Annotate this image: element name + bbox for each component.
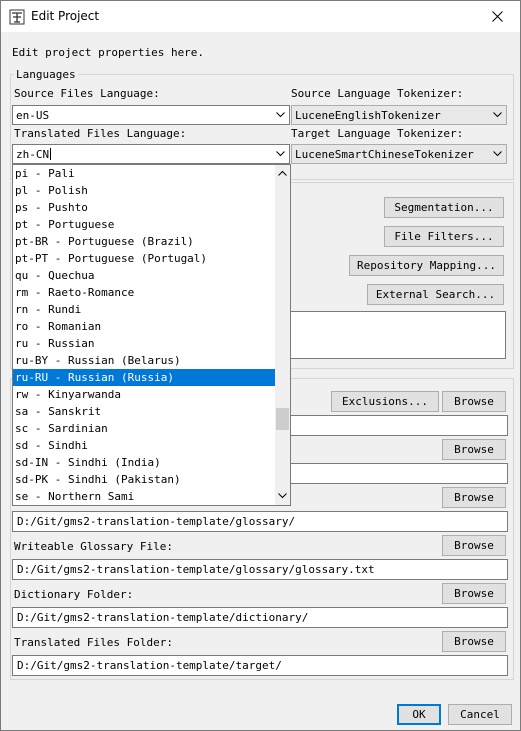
options-text-area[interactable] bbox=[290, 311, 506, 359]
language-option[interactable]: rm - Raeto-Romance bbox=[13, 284, 275, 301]
translated-language-combo[interactable]: zh-CN bbox=[12, 144, 290, 164]
title-bar: Edit Project bbox=[1, 1, 520, 32]
close-icon bbox=[492, 11, 503, 22]
source-tokenizer-label: Source Language Tokenizer: bbox=[291, 87, 464, 100]
source-tokenizer-value: LuceneEnglishTokenizer bbox=[295, 109, 441, 122]
close-button[interactable] bbox=[475, 1, 520, 32]
language-option[interactable]: sa - Sanskrit bbox=[13, 403, 275, 420]
language-option[interactable]: rn - Rundi bbox=[13, 301, 275, 318]
chevron-down-icon bbox=[276, 151, 285, 157]
scrollbar-thumb[interactable] bbox=[276, 408, 289, 430]
target-tokenizer-combo[interactable]: LuceneSmartChineseTokenizer bbox=[291, 144, 507, 164]
text-caret bbox=[50, 148, 52, 160]
writeable-glossary-input[interactable]: D:/Git/gms2-translation-template/glossar… bbox=[12, 559, 508, 580]
external-search-button[interactable]: External Search... bbox=[367, 284, 504, 305]
language-option[interactable]: ru - Russian bbox=[13, 335, 275, 352]
language-option[interactable]: ro - Romanian bbox=[13, 318, 275, 335]
language-option[interactable]: sd - Sindhi bbox=[13, 437, 275, 454]
scroll-down-icon[interactable] bbox=[278, 493, 287, 499]
file-filters-button[interactable]: File Filters... bbox=[384, 226, 504, 247]
dictionary-folder-label: Dictionary Folder: bbox=[14, 588, 134, 601]
language-option[interactable]: sc - Sardinian bbox=[13, 420, 275, 437]
source-language-value: en-US bbox=[16, 109, 50, 122]
exclusions-button[interactable]: Exclusions... bbox=[331, 391, 439, 412]
glossary-folder-input[interactable]: D:/Git/gms2-translation-template/glossar… bbox=[12, 511, 508, 532]
segmentation-button[interactable]: Segmentation... bbox=[384, 197, 504, 218]
ok-button[interactable]: OK bbox=[397, 704, 441, 725]
language-option[interactable]: pt-PT - Portuguese (Portugal) bbox=[13, 250, 275, 267]
language-option[interactable]: pi - Pali bbox=[13, 165, 275, 182]
language-options: pi - Pali pl - Polish ps - Pushto pt - Port… bbox=[13, 165, 275, 505]
translated-language-label: Translated Files Language: bbox=[14, 127, 187, 140]
language-option[interactable]: qu - Quechua bbox=[13, 267, 275, 284]
dictionary-folder-input[interactable]: D:/Git/gms2-translation-template/diction… bbox=[12, 607, 508, 628]
chevron-down-icon bbox=[276, 112, 285, 118]
target-tokenizer-label: Target Language Tokenizer: bbox=[291, 127, 464, 140]
language-option[interactable]: pt - Portuguese bbox=[13, 216, 275, 233]
language-dropdown-list[interactable]: pi - Pali pl - Polish ps - Pushto pt - Port… bbox=[12, 164, 291, 506]
language-option[interactable]: ru-BY - Russian (Belarus) bbox=[13, 352, 275, 369]
language-option[interactable]: ru-RU - Russian (Russia) bbox=[13, 369, 275, 386]
chevron-down-icon bbox=[493, 112, 502, 118]
language-option[interactable]: sd-IN - Sindhi (India) bbox=[13, 454, 275, 471]
writeable-glossary-label: Writeable Glossary File: bbox=[14, 540, 173, 553]
dropdown-scrollbar[interactable] bbox=[275, 165, 290, 505]
source-language-label: Source Files Language: bbox=[14, 87, 160, 100]
intro-text: Edit project properties here. bbox=[12, 46, 205, 59]
translated-folder-label: Translated Files Folder: bbox=[14, 636, 173, 649]
repository-mapping-button[interactable]: Repository Mapping... bbox=[349, 255, 504, 276]
chevron-down-icon bbox=[493, 151, 502, 157]
translated-language-value: zh-CN bbox=[16, 148, 50, 161]
tm-folder-input[interactable] bbox=[290, 463, 508, 484]
browse-tm-button[interactable]: Browse bbox=[442, 439, 506, 460]
language-option[interactable]: se - Northern Sami bbox=[13, 488, 275, 505]
language-option[interactable]: rw - Kinyarwanda bbox=[13, 386, 275, 403]
window-title: Edit Project bbox=[31, 9, 100, 23]
target-tokenizer-value: LuceneSmartChineseTokenizer bbox=[295, 148, 474, 161]
browse-glossary-button[interactable]: Browse bbox=[442, 487, 506, 508]
language-option[interactable]: sd-PK - Sindhi (Pakistan) bbox=[13, 471, 275, 488]
translated-folder-input[interactable]: D:/Git/gms2-translation-template/target/ bbox=[12, 655, 508, 676]
browse-dictionary-button[interactable]: Browse bbox=[442, 583, 506, 604]
omegat-app-icon bbox=[9, 9, 25, 25]
source-language-combo[interactable]: en-US bbox=[12, 105, 290, 125]
language-option[interactable]: pt-BR - Portuguese (Brazil) bbox=[13, 233, 275, 250]
browse-source-button[interactable]: Browse bbox=[442, 391, 506, 412]
source-tokenizer-combo[interactable]: LuceneEnglishTokenizer bbox=[291, 105, 507, 125]
language-option[interactable]: pl - Polish bbox=[13, 182, 275, 199]
cancel-button[interactable]: Cancel bbox=[448, 704, 512, 725]
language-option[interactable]: ps - Pushto bbox=[13, 199, 275, 216]
languages-legend: Languages bbox=[14, 68, 78, 81]
source-folder-input[interactable] bbox=[290, 415, 508, 436]
scroll-up-icon[interactable] bbox=[278, 170, 287, 176]
edit-project-dialog: Edit Project Edit project properties her… bbox=[0, 0, 521, 731]
browse-writeable-glossary-button[interactable]: Browse bbox=[442, 535, 506, 556]
browse-translated-button[interactable]: Browse bbox=[442, 631, 506, 652]
